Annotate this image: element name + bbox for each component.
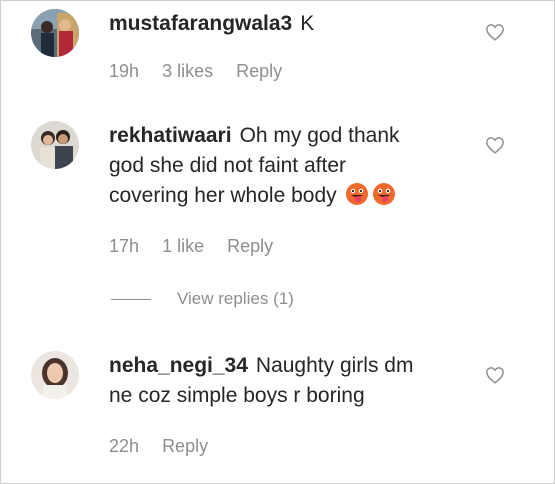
tongue-out-winking-face-icon	[373, 183, 396, 205]
comment-time[interactable]: 22h	[109, 436, 139, 456]
avatar[interactable]	[31, 351, 79, 399]
comment-username[interactable]: mustafarangwala3	[109, 12, 292, 35]
comment-body: Naughty girls dm	[255, 354, 414, 377]
comment-username[interactable]: neha_negi_34	[109, 354, 248, 377]
comment-text: mustafarangwala3 K	[109, 9, 314, 39]
comment-body: K	[300, 12, 315, 35]
comment-body: ne coz simple boys r boring	[109, 384, 365, 407]
heart-icon[interactable]	[485, 136, 505, 154]
comment-body: god she did not faint after	[109, 154, 346, 177]
comment-text: rekhatiwaari Oh my god thank god she did …	[109, 121, 489, 211]
comment-body: Oh my god thank	[239, 124, 400, 147]
reply-button[interactable]: Reply	[236, 61, 282, 81]
comment-body: covering her whole body	[109, 184, 337, 207]
comment-time[interactable]: 17h	[109, 236, 139, 256]
comment-meta: 17h 1 like Reply	[109, 236, 291, 257]
heart-icon[interactable]	[485, 23, 505, 41]
divider-line	[111, 299, 151, 301]
comment-text: neha_negi_34 Naughty girls dm ne coz simp…	[109, 351, 489, 411]
heart-icon[interactable]	[485, 366, 505, 384]
avatar[interactable]	[31, 121, 79, 169]
tongue-out-winking-face-icon	[346, 183, 369, 205]
view-replies-label: View replies (1)	[177, 289, 294, 308]
comment-likes[interactable]: 1 like	[162, 236, 204, 256]
comment-likes[interactable]: 3 likes	[162, 61, 213, 81]
comment-meta: 19h 3 likes Reply	[109, 61, 300, 82]
reply-button[interactable]: Reply	[162, 436, 208, 456]
avatar[interactable]	[31, 9, 79, 57]
comment-panel: mustafarangwala3 K 19h 3 likes Reply rekh…	[0, 0, 555, 484]
comment-meta: 22h Reply	[109, 436, 226, 457]
comment-time[interactable]: 19h	[109, 61, 139, 81]
comment-username[interactable]: rekhatiwaari	[109, 124, 232, 147]
view-replies-button[interactable]: View replies (1)	[111, 289, 294, 309]
reply-button[interactable]: Reply	[227, 236, 273, 256]
